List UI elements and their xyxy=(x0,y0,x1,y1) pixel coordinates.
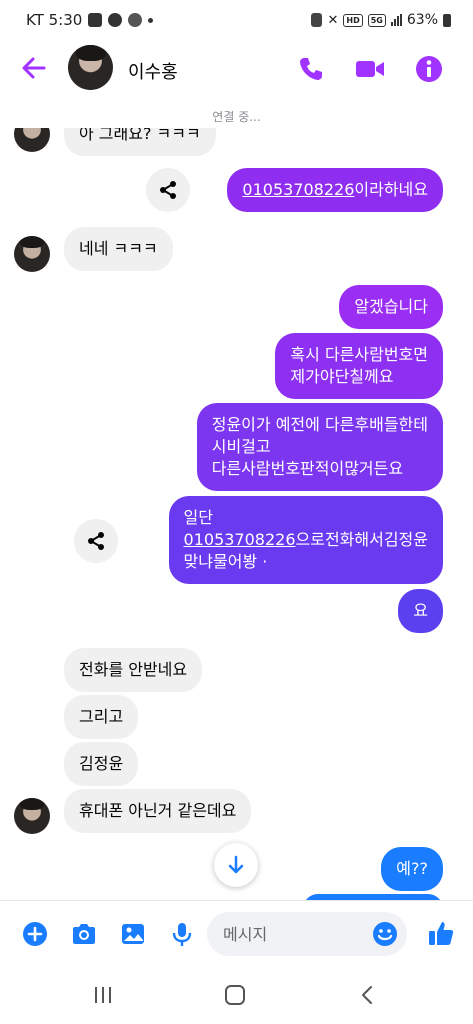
carrier-time: KT 5:30 xyxy=(26,11,83,29)
share-icon xyxy=(160,181,176,199)
contact-avatar-small xyxy=(14,236,50,272)
recent-apps-icon[interactable] xyxy=(91,984,115,1006)
phone-link[interactable]: 01053708226 xyxy=(184,530,296,549)
outgoing-message[interactable]: 예?? xyxy=(381,847,443,891)
incoming-message[interactable]: 휴대폰 아닌거 같은데요 xyxy=(64,789,252,833)
phone-link[interactable]: 01053708226 xyxy=(242,180,354,199)
message-text: 맞냐물어봥 · xyxy=(183,552,268,571)
gallery-icon[interactable] xyxy=(120,921,146,947)
camera-icon[interactable] xyxy=(71,921,97,947)
incoming-message[interactable]: 그리고 xyxy=(64,695,139,739)
more-notifications-icon xyxy=(148,17,154,23)
network-5g-icon: 5G xyxy=(367,13,386,27)
arrow-down-icon xyxy=(228,855,244,874)
outgoing-message[interactable]: 요 xyxy=(398,589,443,633)
message-list[interactable]: 아 그래요? ㅋㅋㅋ 01053708226이라하네요 네네 ㅋㅋㅋ 알겠습니다… xyxy=(0,128,473,900)
outgoing-message[interactable]: 정윤이가 예전에 다른후배들한테 시비걸고 다른사람번호판적이많거든요 xyxy=(196,403,443,491)
scroll-to-bottom-button[interactable] xyxy=(214,843,258,887)
share-button[interactable] xyxy=(74,519,118,563)
battery-level: 63% xyxy=(406,12,438,28)
contact-name[interactable]: 이수홍 xyxy=(128,58,178,84)
video-icon[interactable] xyxy=(355,55,385,83)
outgoing-message[interactable]: 01053708226이라하네요 xyxy=(227,168,443,212)
info-icon[interactable] xyxy=(415,55,443,83)
phone-icon[interactable] xyxy=(297,55,325,83)
incoming-message[interactable]: 김정윤 xyxy=(64,742,139,786)
signal-icon xyxy=(390,14,402,26)
emoji-icon[interactable] xyxy=(372,921,398,947)
chrome-notification-icon xyxy=(128,13,143,27)
gallery-notification-icon xyxy=(88,13,103,27)
share-icon xyxy=(88,532,104,550)
mute-icon: ✕ xyxy=(327,12,339,28)
back-nav-icon[interactable] xyxy=(356,984,380,1006)
message-text: 일단 xyxy=(183,508,213,527)
incoming-message[interactable]: 아 그래요? ㅋㅋㅋ xyxy=(64,128,216,156)
plus-icon[interactable] xyxy=(22,921,48,947)
contact-avatar-small xyxy=(14,128,50,152)
incoming-message[interactable]: 네네 ㅋㅋㅋ xyxy=(64,227,173,271)
contact-avatar[interactable] xyxy=(68,45,113,90)
outgoing-message[interactable]: 혹시 다른사람번호면 제가야단칠께요 xyxy=(275,333,443,399)
connection-status: 연결 중... xyxy=(212,110,261,124)
messenger-notification-icon xyxy=(108,13,123,27)
chat-header: 이수홍 xyxy=(0,40,473,96)
contact-avatar-small xyxy=(14,798,50,834)
message-text: 으로전화해서김정윤 xyxy=(295,530,428,549)
share-button[interactable] xyxy=(146,168,190,212)
status-bar: KT 5:30 ✕ HD 5G 63% xyxy=(0,0,473,40)
outgoing-message[interactable]: 일단 01053708226으로전화해서김정윤 맞냐물어봥 · xyxy=(168,496,443,584)
outgoing-message[interactable]: 알겠습니다 xyxy=(339,285,443,329)
hd-voice-icon: HD xyxy=(343,13,363,27)
message-text: 이라하네요 xyxy=(354,180,428,199)
home-icon[interactable] xyxy=(223,984,247,1006)
composer-bar xyxy=(0,900,473,966)
battery-icon xyxy=(443,13,451,27)
back-arrow-icon[interactable] xyxy=(20,54,48,82)
incoming-message[interactable]: 전화를 안받네요 xyxy=(64,648,203,692)
lock-icon xyxy=(311,13,323,27)
like-icon[interactable] xyxy=(427,919,455,947)
system-nav-bar xyxy=(0,966,473,1024)
mic-icon[interactable] xyxy=(169,921,195,947)
